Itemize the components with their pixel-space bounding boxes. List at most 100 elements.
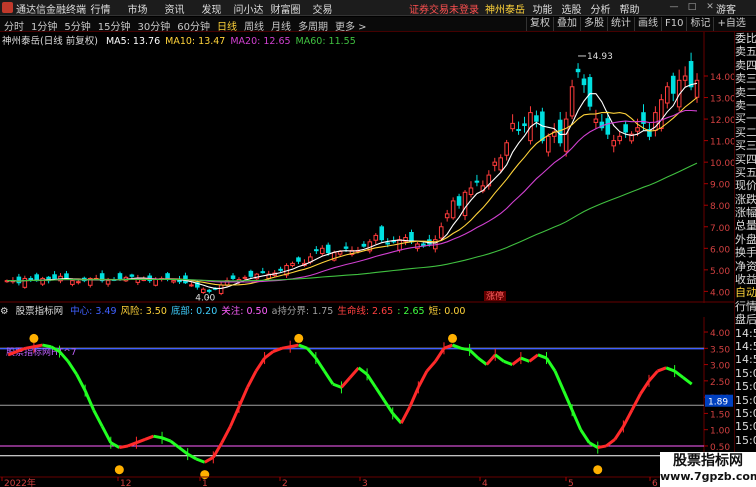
period-tab[interactable]: 周线 [244, 18, 264, 33]
title-bar: 通达信金融终端 行情 市场 资讯 发现 问小达 财富圈 交易 证券交易未登录 神州泰岳 功能选… [0, 0, 756, 16]
period-tab[interactable]: 60分钟 [177, 18, 210, 33]
indicator-segment [520, 356, 530, 363]
candle-body [611, 140, 617, 147]
period-tab[interactable]: 30分钟 [137, 18, 170, 33]
indicator-settings-icon[interactable]: ⚙ [0, 306, 9, 317]
period-tab[interactable]: 多周期 [298, 18, 328, 33]
indicator-segment [229, 406, 241, 428]
side-panel-item[interactable]: 买三 [735, 139, 756, 152]
top-menu-item[interactable]: 行情 [82, 1, 119, 16]
candle-body [343, 246, 349, 249]
side-panel-item[interactable]: 外盘 [735, 233, 756, 246]
right-menu-item[interactable]: 分析 [586, 1, 615, 16]
side-panel-item[interactable]: 净资 [735, 260, 756, 273]
tool-button[interactable]: F10 [661, 17, 686, 31]
top-menu-item[interactable]: 市场 [119, 1, 156, 16]
right-menu-item[interactable]: 帮助 [615, 1, 644, 16]
candle-body [688, 61, 694, 88]
side-panel-item[interactable]: 涨跌 [735, 193, 756, 206]
indicator-segment [528, 353, 539, 363]
indicator-segment [178, 446, 189, 456]
period-toolbar: 分时 1分钟 5分钟 15分钟 30分钟 60分钟 日线 周线 月线 多周期 更多 > 复权 叠加 多股… [0, 17, 756, 33]
side-panel-item[interactable]: 14:57 [735, 340, 756, 353]
time-axis-label: 6 [652, 479, 658, 487]
top-menu-item[interactable]: 资讯 [156, 1, 193, 16]
side-panel-item[interactable]: 卖一 [735, 99, 756, 112]
indicator-segment [110, 441, 121, 449]
side-panel-item[interactable]: 15:00 [735, 380, 756, 393]
side-panel-item[interactable]: 卖五 [735, 45, 756, 58]
side-panel-item[interactable]: 买一 [735, 112, 756, 125]
period-tab[interactable]: 15分钟 [98, 18, 131, 33]
period-tab[interactable]: 5分钟 [64, 18, 90, 33]
side-panel-item[interactable]: 委比 [735, 32, 756, 45]
side-panel-item[interactable]: 15:00 [735, 367, 756, 380]
maximize-icon[interactable]: □ [686, 2, 698, 13]
side-panel-item[interactable]: 卖三 [735, 72, 756, 85]
indicator-value: 风险: 3.50 [120, 306, 167, 317]
right-menu-item[interactable]: 功能 [528, 1, 557, 16]
side-panel-item[interactable]: 总量 [735, 219, 756, 232]
side-panel-item[interactable]: 买五 [735, 166, 756, 179]
side-panel-item[interactable]: 自动 [735, 286, 756, 299]
top-menu-item[interactable]: 问小达 [230, 1, 267, 16]
side-panel-item[interactable]: 涨幅 [735, 206, 756, 219]
side-panel-item[interactable]: 买二 [735, 126, 756, 139]
period-tab[interactable]: 1分钟 [31, 18, 57, 33]
tool-button[interactable]: 标记 [686, 17, 713, 31]
indicator-segment [100, 425, 113, 444]
side-panel-item[interactable]: 卖二 [735, 86, 756, 99]
tool-button[interactable]: 复权 [526, 17, 553, 31]
candle-body [361, 243, 367, 247]
side-panel-item[interactable]: 买四 [735, 153, 756, 166]
top-menu-item[interactable]: 财富圈 [267, 1, 304, 16]
side-panel-item[interactable]: 盘后 [735, 313, 756, 326]
side-panel-item[interactable]: 换手 [735, 246, 756, 259]
login-notice[interactable]: 证券交易未登录 神州泰岳 [409, 1, 525, 16]
period-tab[interactable]: 分时 [4, 18, 24, 33]
period-tab[interactable]: 更多 > [335, 18, 367, 33]
indicator-legend: ⚙ 股票指标网 中心: 3.49 风险: 3.50 底部: 0.20 关注: 0.50… [0, 303, 733, 317]
indicator-segment [545, 357, 557, 372]
side-panel-item[interactable]: 15:00 [735, 407, 756, 420]
period-tab[interactable]: 月线 [271, 18, 291, 33]
indicator-segment [237, 386, 249, 408]
tool-button[interactable]: 叠加 [553, 17, 580, 31]
side-panel-item[interactable]: 卖四 [735, 59, 756, 72]
tool-button[interactable]: +自选 [713, 17, 748, 31]
side-panel-item[interactable]: 14:56 [735, 327, 756, 340]
indicator-axis-label: 3.00 [710, 362, 730, 372]
top-menu-item[interactable]: 交易 [304, 1, 341, 16]
indicator-segment [425, 360, 437, 373]
time-axis-label: 3 [362, 479, 368, 487]
side-panel-item[interactable]: 15:00 [735, 394, 756, 407]
indicator-segment [537, 353, 548, 360]
kline-chart[interactable]: 14.0013.0012.0011.0010.009.008.007.006.0… [0, 32, 734, 487]
ma-label: MA60: 11.55 [295, 36, 356, 47]
period-tab[interactable]: 日线 [217, 18, 237, 33]
side-panel-item[interactable]: 14:58 [735, 353, 756, 366]
candle-body [218, 284, 224, 294]
side-panel-item[interactable]: 行情 [735, 300, 756, 313]
candle-body [462, 191, 468, 217]
indicator-segment [570, 409, 583, 431]
indicator-name[interactable]: 股票指标网 [16, 306, 64, 317]
candle-body [52, 274, 57, 279]
tool-button[interactable]: 画线 [634, 17, 661, 31]
minimize-icon[interactable]: — [668, 2, 680, 13]
side-panel-item[interactable]: 收益 [735, 273, 756, 286]
guest-label[interactable]: 游客 [716, 1, 736, 16]
indicator-segment [323, 370, 335, 385]
indicator-segment [417, 370, 429, 389]
top-menu-item[interactable]: 发现 [193, 1, 230, 16]
smiley-icon [200, 470, 210, 480]
side-panel-item[interactable]: 现价 [735, 179, 756, 192]
indicator-segment [254, 357, 266, 372]
right-menu-item[interactable]: 选股 [557, 1, 586, 16]
side-panel-item[interactable]: 15:00 [735, 434, 756, 447]
candle-body [385, 242, 390, 245]
close-icon[interactable]: ✕ [704, 2, 716, 13]
tool-button[interactable]: 统计 [607, 17, 634, 31]
side-panel-item[interactable]: 15:00 [735, 420, 756, 433]
tool-button[interactable]: 多股 [580, 17, 607, 31]
